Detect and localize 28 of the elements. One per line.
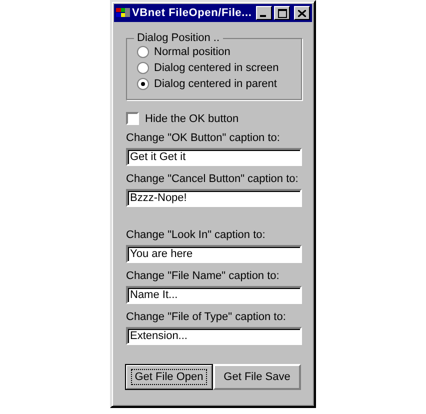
checkbox-label: Hide the OK button xyxy=(145,112,239,124)
checkbox[interactable] xyxy=(126,112,139,125)
maximize-button[interactable] xyxy=(274,6,290,20)
field-label: Change "File Name" caption to: xyxy=(126,270,280,282)
field-label: Change "Cancel Button" caption to: xyxy=(126,173,300,185)
input-field[interactable]: Extension... xyxy=(126,327,302,345)
radio-label: Dialog centered in screen xyxy=(154,62,279,74)
radio-button[interactable] xyxy=(137,46,149,58)
close-button[interactable] xyxy=(294,6,310,20)
radio-label: Dialog centered in parent xyxy=(154,78,277,90)
field-label: Change "OK Button" caption to: xyxy=(126,132,281,144)
minimize-button[interactable] xyxy=(256,6,272,20)
radio-button[interactable] xyxy=(137,62,149,74)
app-icon xyxy=(116,7,130,19)
input-field[interactable]: You are here xyxy=(126,245,302,263)
group-title: Dialog Position .. xyxy=(136,32,221,44)
action-button[interactable]: Get File Open xyxy=(125,364,213,390)
input-field[interactable]: Name It... xyxy=(126,286,302,304)
field-label: Change "File of Type" caption to: xyxy=(126,311,287,323)
close-icon xyxy=(298,10,306,16)
maximize-icon xyxy=(278,8,286,18)
radio-button[interactable] xyxy=(137,78,149,90)
field-label: Change "Look In" caption to: xyxy=(126,229,266,241)
input-field[interactable]: Get it Get it xyxy=(126,148,302,166)
input-field[interactable]: Bzzz-Nope! xyxy=(126,189,302,207)
radio-label: Normal position xyxy=(154,46,230,58)
window-title: VBnet FileOpen/File... xyxy=(132,7,253,19)
action-button[interactable]: Get File Save xyxy=(213,364,301,390)
